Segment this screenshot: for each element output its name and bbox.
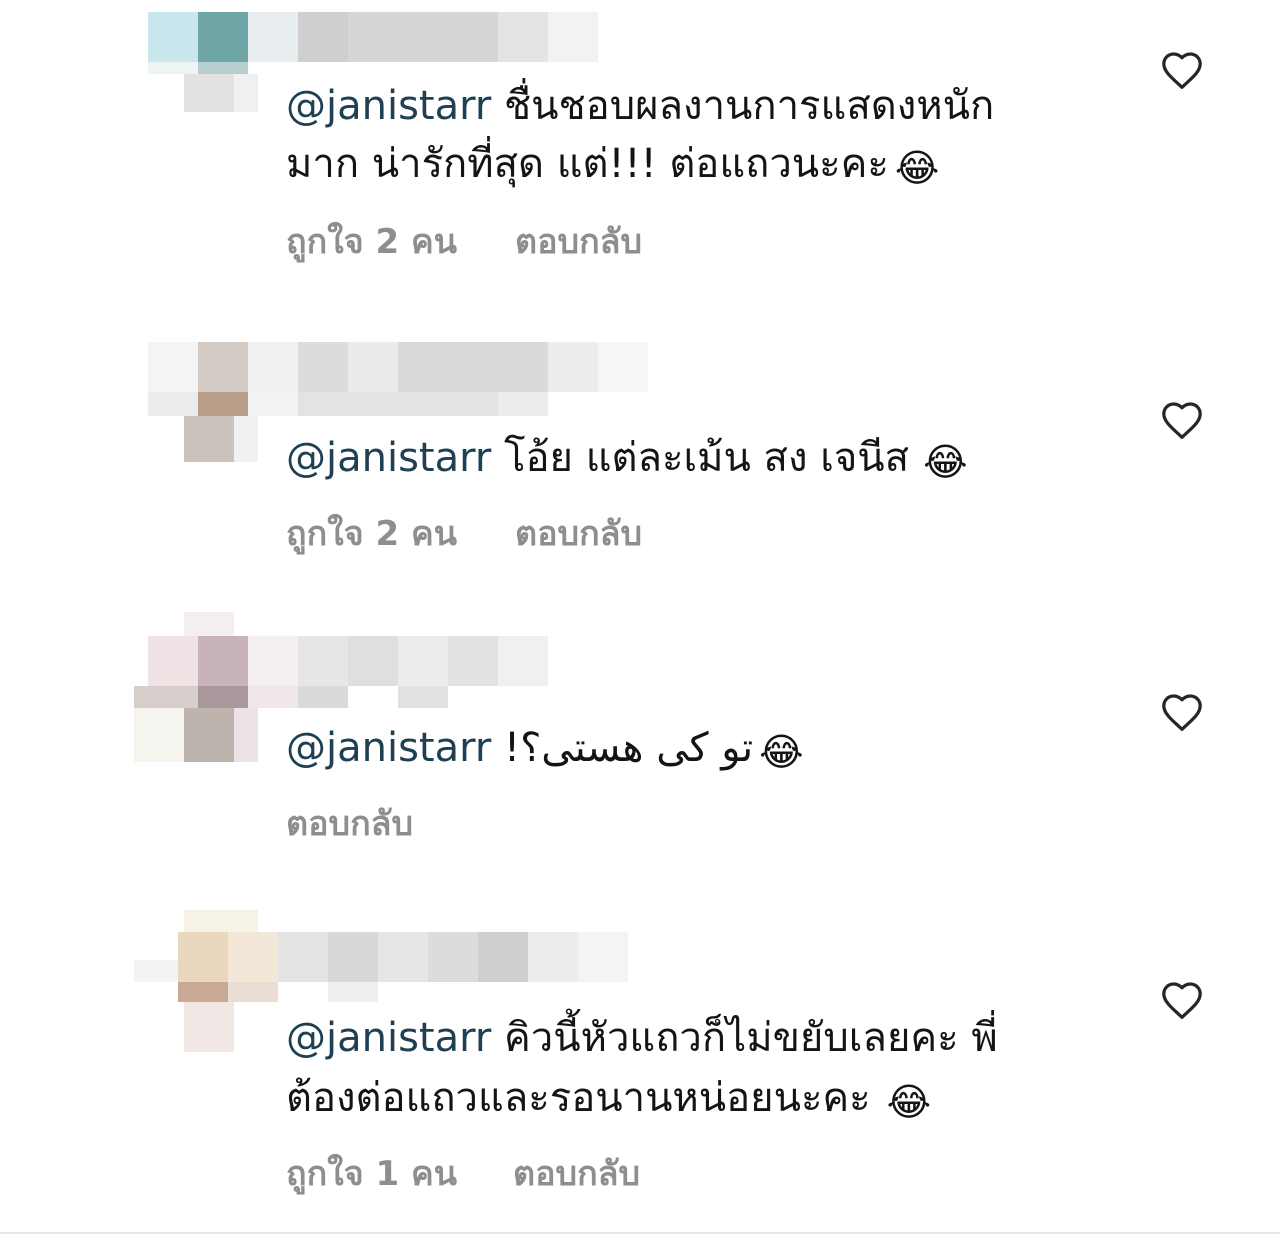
comment-text: @janistarr ชื่นชอบผลงานการแสดงหนัก xyxy=(286,76,994,136)
pixelated-avatar-and-username xyxy=(0,612,680,762)
comment-meta: ถูกใจ 2 คน ตอบกลับ xyxy=(286,222,642,262)
heart-outline-icon[interactable] xyxy=(1160,692,1204,732)
reply-button[interactable]: ตอบกลับ xyxy=(515,514,642,554)
like-count[interactable]: ถูกใจ 2 คน xyxy=(286,514,457,554)
reply-button[interactable]: ตอบกลับ xyxy=(513,1154,640,1194)
divider xyxy=(0,1232,1280,1234)
heart-outline-icon[interactable] xyxy=(1160,980,1204,1020)
comment-text: ต้องต่อแถวและรอนานหน่อยนะคะ 😂 xyxy=(286,1068,931,1128)
reply-button[interactable]: ตอบกลับ xyxy=(515,222,642,262)
mention-link[interactable]: @janistarr xyxy=(286,83,491,129)
heart-outline-icon[interactable] xyxy=(1160,400,1204,440)
comment-text-line1: !تو کی هستی؟ xyxy=(491,725,754,771)
mention-link[interactable]: @janistarr xyxy=(286,435,491,481)
like-count[interactable]: ถูกใจ 2 คน xyxy=(286,222,457,262)
comment-text-line1: ชื่นชอบผลงานการแสดงหนัก xyxy=(491,83,995,129)
mention-link[interactable]: @janistarr xyxy=(286,1015,491,1061)
laughing-emoji-icon: 😂 xyxy=(923,440,968,484)
laughing-emoji-icon: 😂 xyxy=(886,1080,932,1124)
laughing-emoji-icon: 😂 xyxy=(759,730,804,774)
comment-text-line2: ต้องต่อแถวและรอนานหน่อยนะคะ xyxy=(286,1075,871,1121)
like-count[interactable]: ถูกใจ 1 คน xyxy=(286,1154,457,1194)
heart-outline-icon[interactable] xyxy=(1160,50,1204,90)
comment-text: @janistarr คิวนี้หัวแถวก็ไม่ขยับเลยคะ พี… xyxy=(286,1008,998,1068)
comment-meta: ถูกใจ 2 คน ตอบกลับ xyxy=(286,514,642,554)
comment-text-line2: มาก น่ารักที่สุด แต่!!! ต่อแถวนะคะ xyxy=(286,141,889,187)
comment-text: @janistarr โอ้ย แต่ละเม้น สง เจนีส 😂 xyxy=(286,428,967,488)
mention-link[interactable]: @janistarr xyxy=(286,725,491,771)
comment-text: มาก น่ารักที่สุด แต่!!! ต่อแถวนะคะ 😂 xyxy=(286,134,939,194)
comment-text-line1: โอ้ย แต่ละเม้น สง เจนีส xyxy=(491,435,910,481)
comment-text: @janistarr !تو کی هستی؟ 😂 xyxy=(286,718,804,778)
comment-meta: ถูกใจ 1 คน ตอบกลับ xyxy=(286,1154,640,1194)
comment-text-line1: คิวนี้หัวแถวก็ไม่ขยับเลยคะ พี่ xyxy=(491,1015,998,1061)
comment-meta: ตอบกลับ xyxy=(286,804,413,844)
laughing-emoji-icon: 😂 xyxy=(894,146,940,190)
reply-button[interactable]: ตอบกลับ xyxy=(286,804,413,844)
